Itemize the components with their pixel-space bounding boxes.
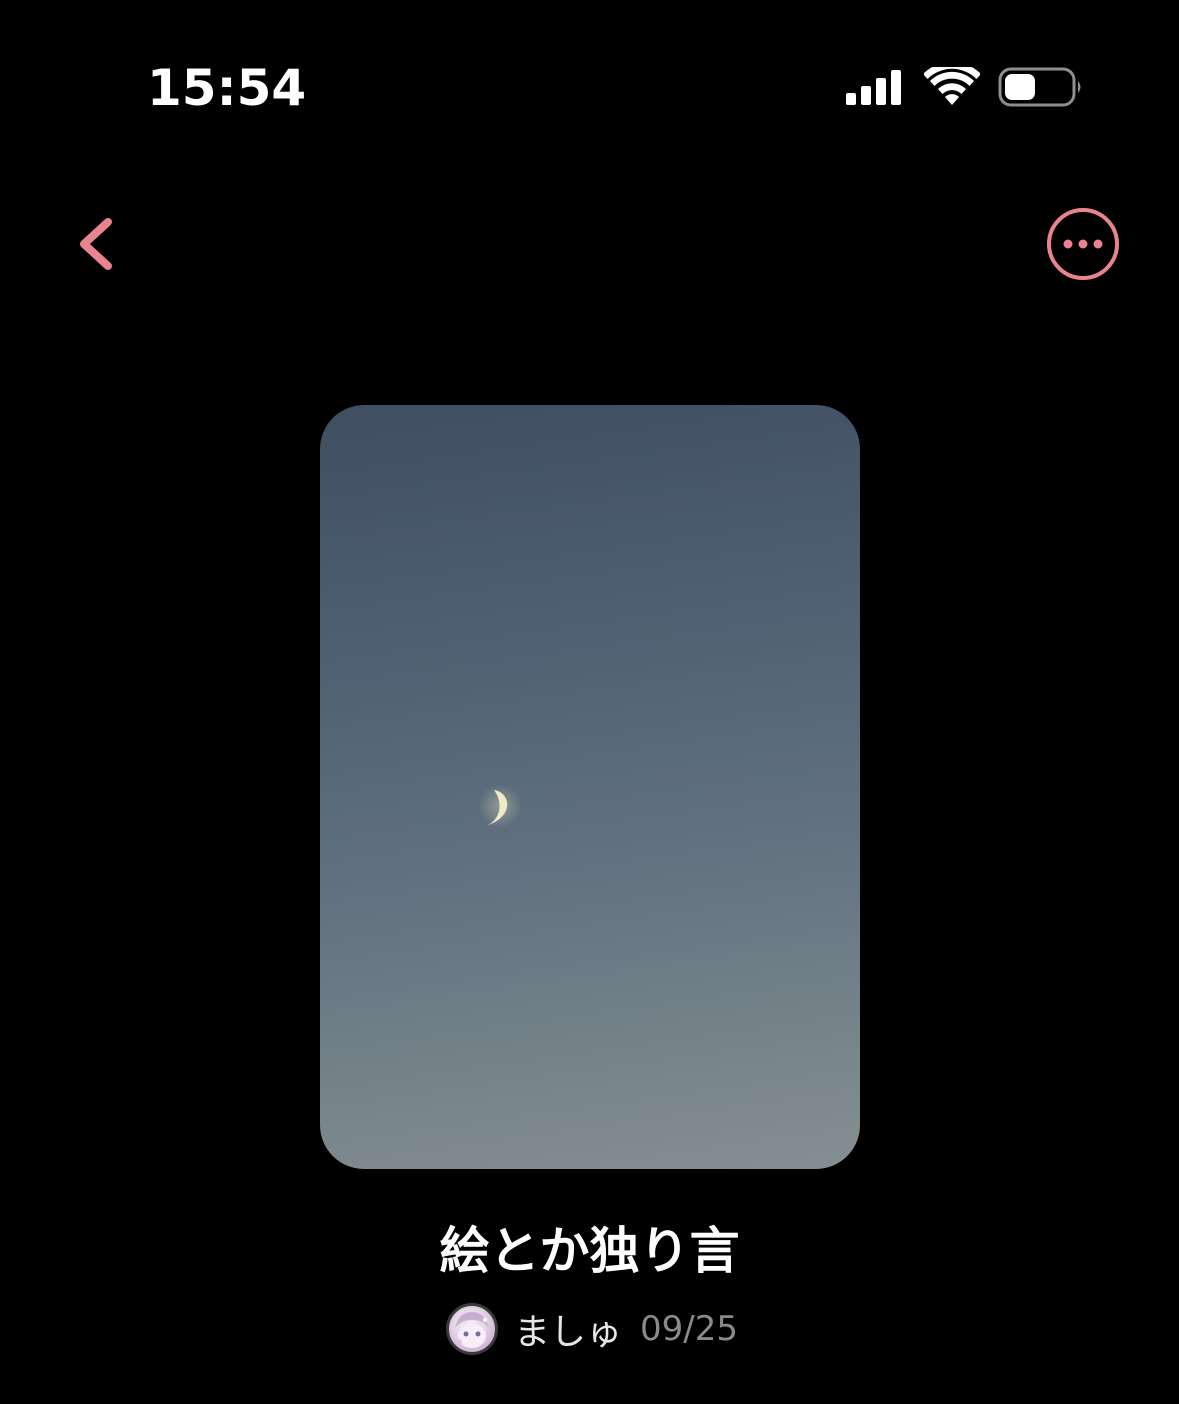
- wifi-icon: [924, 67, 980, 105]
- author-name[interactable]: ましゅ: [514, 1303, 622, 1355]
- author-avatar[interactable]: [446, 1303, 498, 1355]
- back-button[interactable]: [66, 208, 130, 280]
- battery-icon: [998, 67, 1081, 107]
- post-date: 09/25: [640, 1309, 738, 1349]
- status-time: 15:54: [147, 59, 307, 117]
- avatar-illustration-icon: [455, 1312, 489, 1348]
- status-bar: 15:54: [0, 0, 1179, 180]
- cover-image[interactable]: [320, 405, 860, 1169]
- crescent-moon-image: [478, 784, 520, 828]
- chevron-left-icon: [80, 218, 112, 270]
- post-meta: ましゅ 09/25: [446, 1300, 738, 1358]
- more-horizontal-circle-icon: [1047, 208, 1119, 280]
- cellular-signal-icon: [846, 70, 901, 105]
- screen: 15:54 絵とか独り言 ましゅ 09/25: [0, 0, 1179, 1404]
- post-title: 絵とか独り言: [439, 1222, 740, 1280]
- more-options-button[interactable]: [1044, 205, 1122, 283]
